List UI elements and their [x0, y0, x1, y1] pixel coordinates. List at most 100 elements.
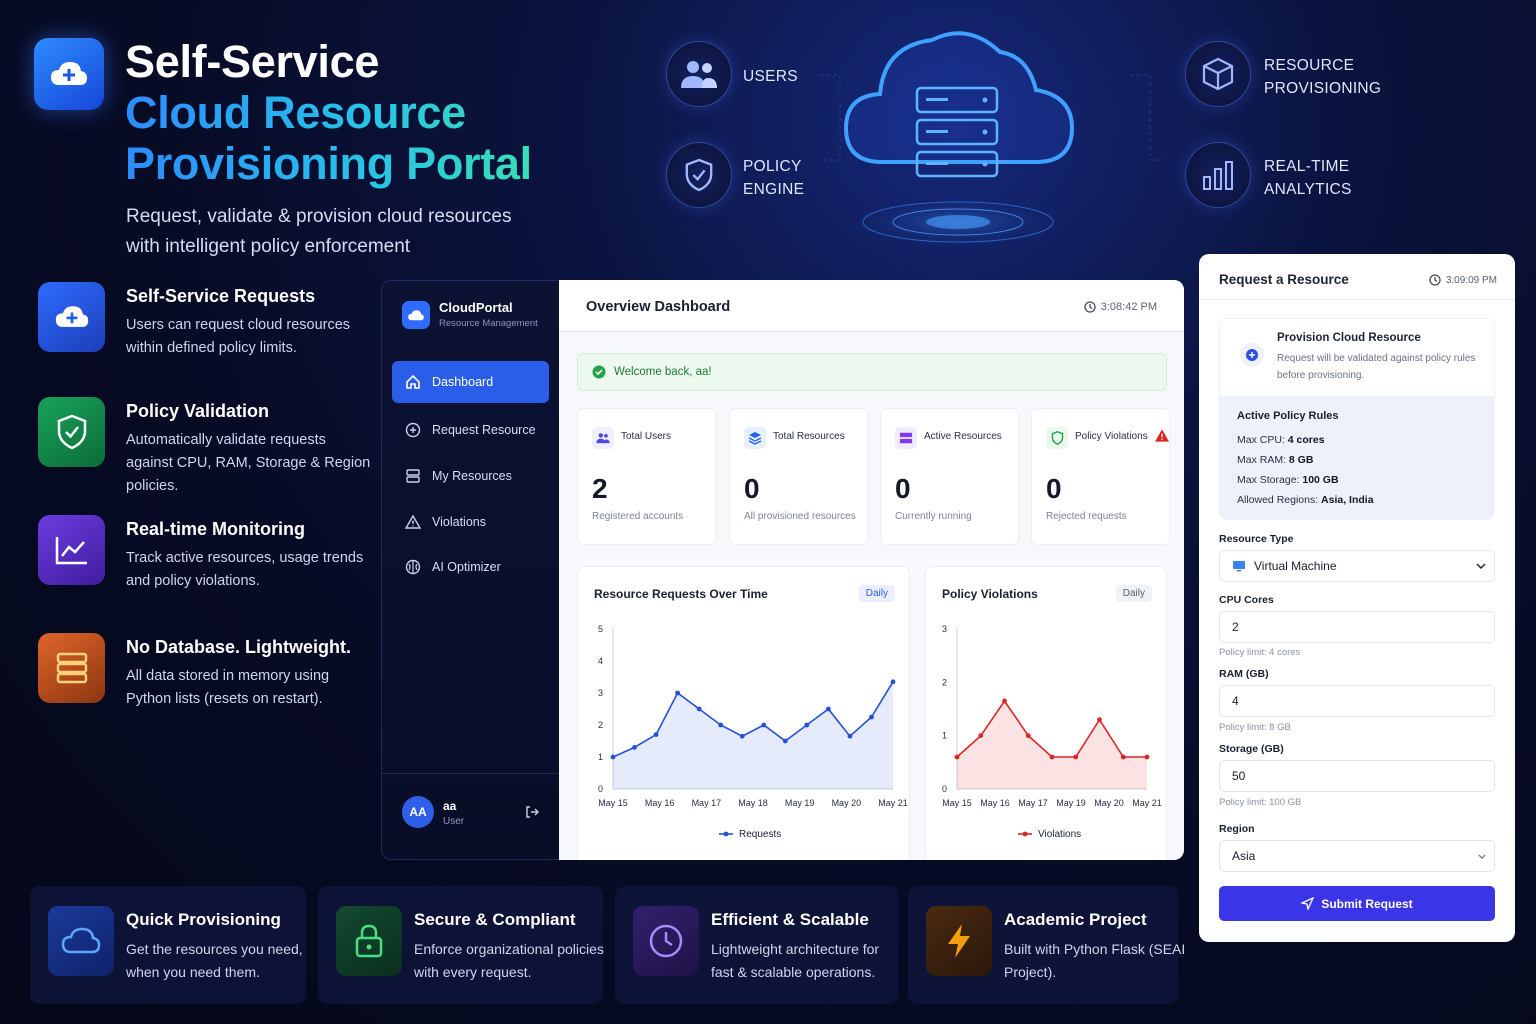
logout-icon[interactable]: [525, 805, 539, 824]
policy-rules-box: Active Policy Rules Max CPU: 4 cores Max…: [1219, 396, 1495, 520]
rule-value: 8 GB: [1288, 454, 1314, 466]
x-tick-label: May 19: [1056, 798, 1086, 808]
ram-label: RAM (GB): [1219, 668, 1269, 680]
alert-triangle-icon: [1155, 429, 1169, 442]
sidebar-item-label: Request Resource: [432, 423, 536, 437]
x-tick-label: May 20: [1094, 798, 1124, 808]
data-point: [632, 745, 637, 750]
welcome-text: Welcome back, aa!: [614, 366, 712, 378]
sidebar-divider: [382, 773, 560, 774]
cpu-input[interactable]: 2: [1219, 611, 1495, 643]
x-tick-label: May 19: [785, 798, 815, 808]
provision-info: Provision Cloud Resource Request will be…: [1219, 318, 1495, 396]
region-value: Asia: [1232, 849, 1256, 863]
x-tick-label: May 18: [738, 798, 768, 808]
rule-value: Asia, India: [1321, 494, 1374, 506]
policy-rules-title: Active Policy Rules: [1237, 410, 1339, 422]
data-point: [1025, 733, 1031, 739]
policy-rule: Allowed Regions: Asia, India: [1237, 490, 1477, 510]
data-point: [739, 733, 745, 739]
data-point: [1002, 698, 1007, 704]
stat-value: 0: [1046, 473, 1062, 504]
stat-total-resources: Total Resources 0 All provisioned resour…: [729, 408, 868, 545]
data-point: [804, 722, 810, 728]
hero-title-line1: Self-Service: [125, 36, 380, 87]
stat-label: Total Resources: [773, 431, 845, 442]
rule-label: Allowed Regions:: [1237, 494, 1322, 506]
provision-desc: Request will be validated against policy…: [1277, 353, 1476, 381]
brand-name: CloudPortal: [439, 300, 513, 315]
stat-sub: Rejected requests: [1046, 511, 1127, 522]
resource-type-select[interactable]: Virtual Machine: [1219, 550, 1495, 582]
app-sidebar: CloudPortal Resource Management Dashboar…: [381, 280, 560, 860]
x-tick-label: May 15: [598, 798, 628, 808]
trend-chart-icon: [38, 515, 105, 585]
storage-input[interactable]: 50: [1219, 760, 1495, 792]
sidebar-item-ai-optimizer[interactable]: AI Optimizer: [392, 546, 549, 588]
diagram-analytics-line1: REAL-TIME: [1264, 158, 1350, 175]
shield-icon: [1046, 427, 1068, 449]
sidebar-item-violations[interactable]: Violations: [392, 501, 549, 543]
diagram-resource-label: RESOURCE PROVISIONING: [1264, 54, 1381, 100]
users-icon: [666, 41, 732, 107]
sidebar-item-my-resources[interactable]: My Resources: [392, 455, 549, 497]
resource-type-label: Resource Type: [1219, 533, 1294, 545]
rule-label: Max Storage:: [1237, 474, 1303, 486]
sidebar-item-dashboard[interactable]: Dashboard: [392, 361, 549, 403]
data-point: [782, 738, 788, 744]
sidebar-item-request-resource[interactable]: Request Resource: [392, 409, 549, 451]
feature-no-database: No Database. Lightweight. All data store…: [38, 633, 368, 723]
check-circle-icon: [592, 365, 606, 379]
sidebar-item-label: Violations: [432, 515, 486, 529]
ram-input[interactable]: 4: [1219, 685, 1495, 717]
database-icon: [38, 633, 105, 703]
region-select[interactable]: Asia: [1219, 840, 1495, 872]
cpu-hint: Policy limit: 4 cores: [1219, 647, 1301, 658]
data-point: [825, 706, 831, 712]
submit-request-button[interactable]: Submit Request: [1219, 886, 1495, 921]
card-title: Efficient & Scalable: [711, 910, 869, 929]
dashboard-clock: 3:08:42 PM: [1084, 301, 1157, 313]
chevron-down-icon: [1476, 563, 1486, 569]
card-desc: Lightweight architecture for fast & scal…: [711, 941, 880, 980]
region-label: Region: [1219, 823, 1255, 835]
feature-policy-validation: Policy Validation Automatically validate…: [38, 397, 370, 494]
legend-marker: [723, 831, 729, 837]
card-title: Academic Project: [1004, 910, 1147, 929]
cube-icon: [1185, 41, 1251, 107]
request-clock: 3:09:09 PM: [1429, 274, 1497, 286]
requests-chart: 0 1 2 3 4 5 May 15 May 16 May 17 May 18 May 19 May …: [598, 624, 908, 840]
resource-type-value: Virtual Machine: [1254, 559, 1337, 573]
sidebar-item-label: Dashboard: [432, 375, 494, 389]
ram-value: 4: [1232, 694, 1239, 708]
data-point: [978, 733, 984, 739]
stat-value: 0: [744, 473, 760, 504]
brain-icon: [404, 558, 422, 576]
stat-label: Active Resources: [924, 431, 1002, 442]
policy-rule: Max RAM: 8 GB: [1237, 450, 1477, 470]
diagram-resource-line2: PROVISIONING: [1264, 80, 1382, 97]
series-area: [957, 701, 1147, 789]
stat-label: Policy Violations: [1075, 431, 1148, 442]
server-icon: [895, 427, 917, 449]
diagram-policy-line1: POLICY: [743, 158, 802, 175]
stat-value: 0: [895, 473, 911, 504]
chevron-down-icon: [1478, 853, 1486, 859]
brand-subtitle: Resource Management: [439, 318, 538, 329]
feature-title: Policy Validation: [126, 401, 270, 421]
y-tick-label: 0: [598, 784, 603, 794]
server-icon: [404, 467, 422, 485]
stat-sub: All provisioned resources: [744, 511, 856, 522]
violations-chart-card: Policy Violations Daily 0 1 2 3 May 15 May 16…: [925, 566, 1167, 860]
sidebar-item-label: My Resources: [432, 469, 512, 483]
layers-icon: [744, 427, 766, 449]
request-divider: [1199, 299, 1515, 300]
data-point: [718, 722, 724, 728]
card-efficient-scalable: Efficient & Scalable Lightweight archite…: [615, 886, 898, 1004]
plus-circle-icon: [404, 421, 422, 439]
feature-desc: Users can request cloud resources within…: [126, 317, 351, 356]
y-tick-label: 2: [598, 720, 603, 730]
x-tick-label: May 17: [1018, 798, 1048, 808]
feature-self-service: Self-Service Requests Users can request …: [38, 282, 368, 372]
avatar[interactable]: AA: [402, 796, 434, 828]
